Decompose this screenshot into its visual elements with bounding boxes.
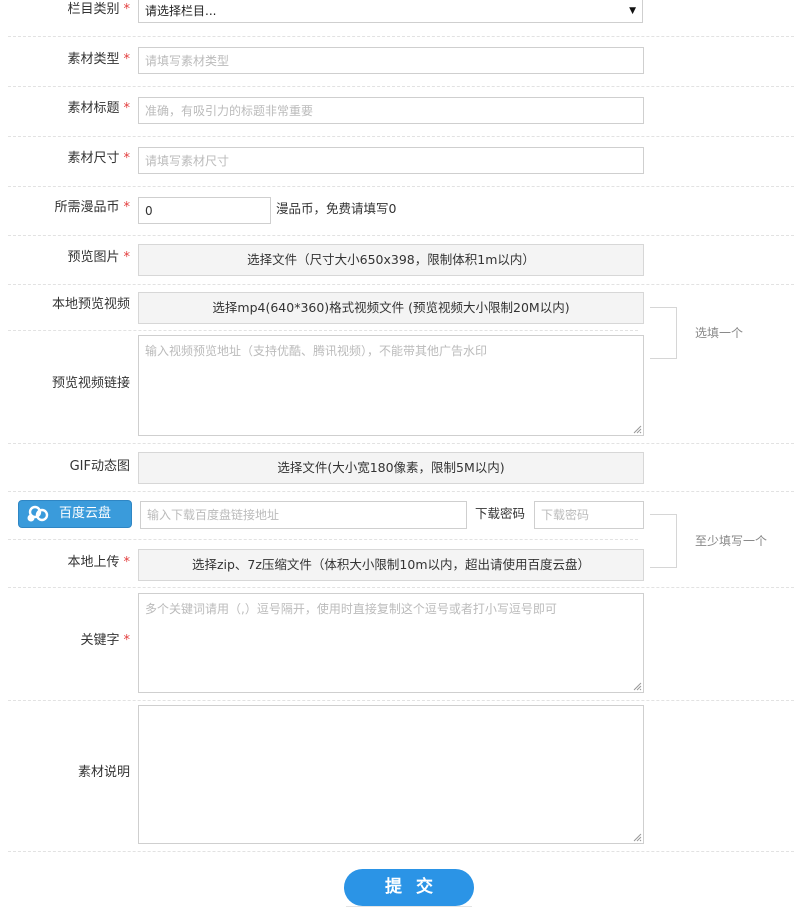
keywords-label: 关键字 * — [80, 633, 130, 648]
coins-hint: 漫品币，免费请填写0 — [276, 201, 397, 216]
row-divider — [8, 539, 638, 540]
category-label: 栏目类别 * — [67, 2, 130, 17]
local-upload-button[interactable]: 选择zip、7z压缩文件（体积大小限制10m以内，超出请使用百度云盘） — [138, 549, 644, 581]
row-divider — [8, 587, 794, 588]
resize-grip-icon[interactable] — [633, 682, 642, 691]
material-size-label: 素材尺寸 * — [67, 151, 130, 166]
local-video-upload-button[interactable]: 选择mp4(640*360)格式视频文件 (预览视频大小限制20M以内) — [138, 292, 644, 324]
row-divider — [8, 700, 794, 701]
keywords-textarea[interactable]: 多个关键词请用（,）逗号隔开，使用时直接复制这个逗号或者打小写逗号即可 — [138, 593, 644, 693]
baidu-link-input[interactable]: 输入下载百度盘链接地址 — [140, 501, 467, 529]
description-textarea[interactable] — [138, 705, 644, 844]
choose-one-note: 选填一个 — [695, 326, 744, 340]
row-divider — [8, 235, 794, 236]
row-divider — [8, 136, 794, 137]
gif-upload-button[interactable]: 选择文件(大小宽180像素，限制5M以内) — [138, 452, 644, 484]
material-title-label: 素材标题 * — [67, 101, 130, 116]
preview-image-upload-button[interactable]: 选择文件（尺寸大小650x398，限制体积1m以内） — [138, 244, 644, 276]
submit-button[interactable]: 提交 — [344, 869, 474, 906]
download-password-input[interactable]: 下载密码 — [534, 501, 644, 529]
resize-grip-icon[interactable] — [633, 425, 642, 434]
at-least-one-bracket — [650, 514, 677, 568]
video-link-label: 预览视频链接 — [51, 376, 130, 391]
material-size-input[interactable]: 请填写素材尺寸 — [138, 147, 644, 174]
row-divider — [8, 443, 794, 444]
resize-grip-icon[interactable] — [633, 833, 642, 842]
material-type-input[interactable]: 请填写素材类型 — [138, 47, 644, 74]
category-select-value: 请选择栏目... — [145, 4, 217, 18]
local-video-label: 本地预览视频 — [51, 297, 130, 312]
material-title-input[interactable]: 准确，有吸引力的标题非常重要 — [138, 97, 644, 124]
row-divider — [8, 284, 794, 285]
dropdown-arrow-icon: ▼ — [629, 6, 636, 16]
row-divider — [8, 851, 794, 852]
category-select[interactable]: 请选择栏目... ▼ — [138, 0, 643, 23]
keywords-placeholder: 多个关键词请用（,）逗号隔开，使用时直接复制这个逗号或者打小写逗号即可 — [145, 602, 557, 616]
row-divider — [8, 491, 794, 492]
baidu-cloud-icon — [27, 505, 49, 522]
preview-image-label: 预览图片 * — [67, 250, 130, 265]
at-least-one-note: 至少填写一个 — [695, 534, 768, 548]
download-password-label: 下载密码 — [475, 506, 526, 521]
baidu-pan-label: 百度云盘 — [59, 506, 112, 521]
choose-one-bracket — [650, 307, 677, 359]
local-upload-label: 本地上传 * — [67, 555, 130, 570]
row-divider — [8, 36, 794, 37]
coins-input[interactable]: 0 — [138, 197, 271, 224]
video-link-textarea[interactable]: 输入视频预览地址（支持优酷、腾讯视频），不能带其他广告水印 — [138, 335, 644, 436]
video-link-placeholder: 输入视频预览地址（支持优酷、腾讯视频），不能带其他广告水印 — [145, 344, 488, 358]
baidu-pan-button[interactable]: 百度云盘 — [18, 500, 132, 528]
coins-label: 所需漫品币 * — [54, 200, 130, 215]
description-label: 素材说明 — [77, 765, 130, 780]
gif-label: GIF动态图 — [69, 459, 130, 474]
material-type-label: 素材类型 * — [67, 52, 130, 67]
row-divider — [8, 186, 794, 187]
row-divider — [8, 86, 794, 87]
row-divider — [8, 330, 638, 331]
